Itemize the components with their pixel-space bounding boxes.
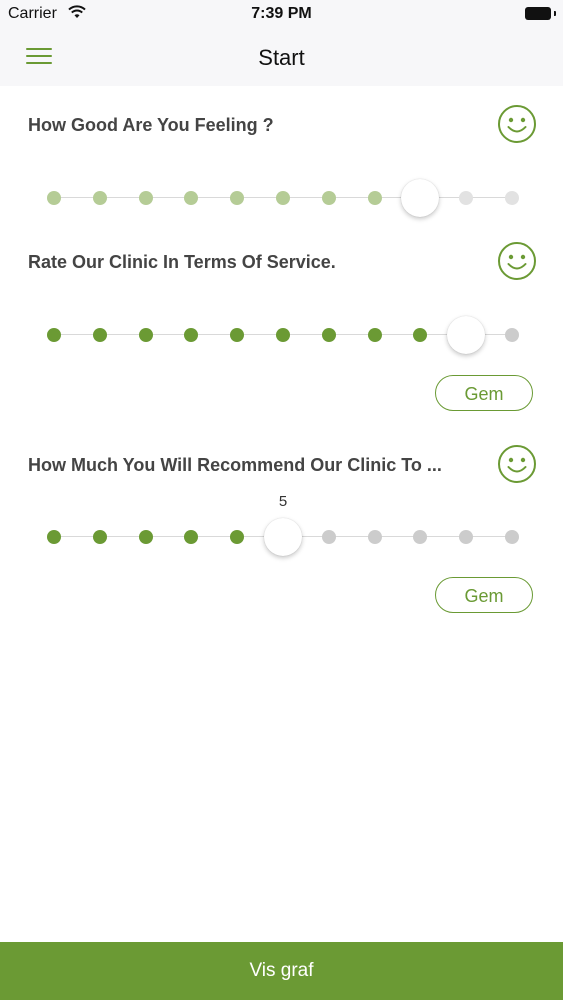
slider-step-dot[interactable] bbox=[138, 328, 153, 342]
slider-step-dot[interactable] bbox=[230, 328, 245, 342]
battery-icon bbox=[525, 7, 556, 20]
question-label: How Much You Will Recommend Our Clinic T… bbox=[28, 455, 442, 475]
slider-step-dot[interactable] bbox=[47, 191, 61, 205]
save-button[interactable]: Gem bbox=[435, 375, 533, 411]
slider-step-dot[interactable] bbox=[505, 328, 519, 342]
slider-step-dot[interactable] bbox=[92, 530, 107, 544]
slider-thumb[interactable] bbox=[447, 316, 486, 354]
navigation-bar: Start bbox=[0, 30, 563, 86]
slider-step-dot[interactable] bbox=[138, 191, 153, 205]
slider-step-dot[interactable] bbox=[184, 328, 199, 342]
slider-step-dot[interactable] bbox=[276, 191, 290, 205]
slider-step-dot[interactable] bbox=[413, 530, 428, 544]
question-label: How Good Are You Feeling ? bbox=[28, 115, 274, 135]
smiley-icon bbox=[497, 241, 537, 281]
slider-step-dot[interactable] bbox=[184, 191, 199, 205]
slider-value-label: 5 bbox=[278, 493, 288, 510]
slider-step-dot[interactable] bbox=[92, 191, 107, 205]
smiley-icon bbox=[497, 104, 537, 144]
slider-step-dot[interactable] bbox=[230, 191, 245, 205]
rating-slider-service[interactable] bbox=[47, 315, 519, 355]
slider-step-dot[interactable] bbox=[230, 530, 245, 544]
slider-step-dot[interactable] bbox=[276, 328, 290, 342]
show-chart-button[interactable]: Vis graf bbox=[0, 942, 563, 1000]
page-title: Start bbox=[258, 45, 305, 70]
slider-step-dot[interactable] bbox=[184, 530, 199, 544]
rating-slider-recommend[interactable] bbox=[47, 517, 519, 557]
rating-slider-feeling[interactable] bbox=[47, 178, 519, 218]
slider-step-dot[interactable] bbox=[459, 530, 474, 544]
slider-step-dot[interactable] bbox=[47, 328, 61, 342]
slider-step-dot[interactable] bbox=[321, 530, 336, 544]
slider-step-dot[interactable] bbox=[505, 530, 519, 544]
smiley-icon bbox=[497, 444, 537, 484]
status-bar: Carrier 7:39 PM bbox=[0, 0, 563, 30]
slider-step-dot[interactable] bbox=[367, 191, 382, 205]
clock: 7:39 PM bbox=[251, 5, 312, 22]
question-label: Rate Our Clinic In Terms Of Service. bbox=[28, 252, 336, 272]
slider-step-dot[interactable] bbox=[321, 328, 336, 342]
slider-step-dot[interactable] bbox=[92, 328, 107, 342]
slider-thumb[interactable] bbox=[401, 179, 440, 217]
slider-step-dot[interactable] bbox=[47, 530, 61, 544]
slider-step-dot[interactable] bbox=[413, 328, 428, 342]
save-button[interactable]: Gem bbox=[435, 577, 533, 613]
slider-step-dot[interactable] bbox=[459, 191, 474, 205]
slider-step-dot[interactable] bbox=[138, 530, 153, 544]
slider-step-dot[interactable] bbox=[505, 191, 519, 205]
slider-thumb[interactable] bbox=[264, 518, 302, 556]
slider-step-dot[interactable] bbox=[367, 328, 382, 342]
slider-step-dot[interactable] bbox=[367, 530, 382, 544]
slider-step-dot[interactable] bbox=[321, 191, 336, 205]
